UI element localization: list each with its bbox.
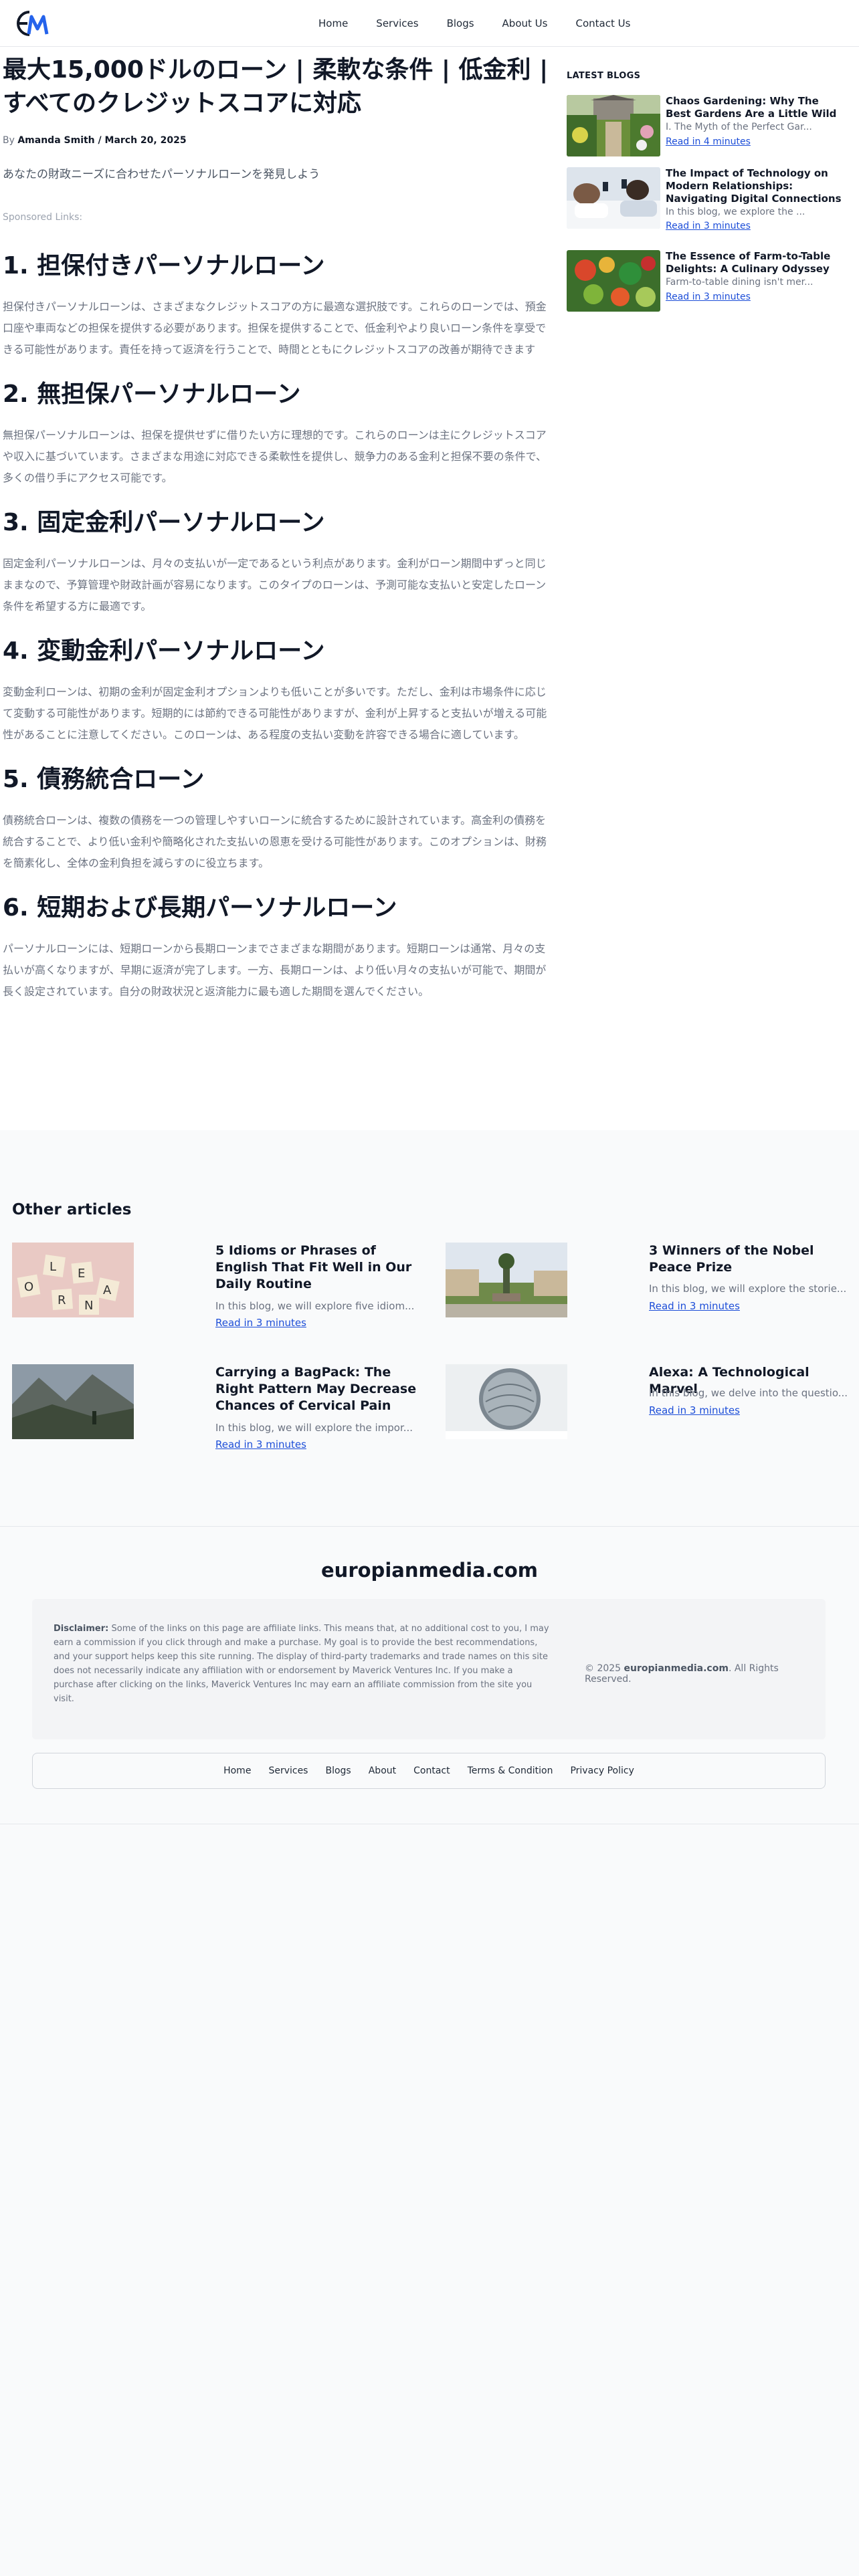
footer-brand: europianmedia.com: [321, 1559, 538, 1582]
sidebar-item-desc: I. The Myth of the Perfect Gar...: [666, 122, 812, 132]
disclaimer-body: Some of the links on this page are affil…: [54, 1624, 549, 1704]
svg-text:N: N: [84, 1299, 93, 1313]
read-time-link[interactable]: Read in 3 minutes: [649, 1404, 740, 1416]
footer-link-home[interactable]: Home: [223, 1765, 251, 1776]
article-author: Amanda Smith / March 20, 2025: [17, 135, 187, 146]
article-intro: あなたの財政ニーズに合わせたパーソナルローンを発見しよう: [3, 168, 320, 181]
disclaimer-text: Disclaimer: Some of the links on this pa…: [54, 1622, 554, 1706]
footer-link-contact[interactable]: Contact: [413, 1765, 450, 1776]
sidebar-item-desc: In this blog, we explore the ...: [666, 207, 805, 217]
article-card[interactable]: 3 Winners of the Nobel Peace Prize In th…: [446, 1243, 859, 1336]
site-footer: europianmedia.com Disclaimer: Some of th…: [0, 1526, 859, 1824]
sidebar-item-title[interactable]: Chaos Gardening: Why The Best Gardens Ar…: [666, 95, 846, 120]
main-nav: Home Services Blogs About Us Contact Us: [318, 0, 630, 47]
nav-about-us[interactable]: About Us: [502, 17, 548, 29]
card-title[interactable]: 3 Winners of the Nobel Peace Prize: [649, 1243, 856, 1276]
sidebar-blog-item[interactable]: The Impact of Technology on Modern Relat…: [567, 167, 848, 231]
article-card[interactable]: Carrying a BagPack: The Right Pattern Ma…: [12, 1364, 440, 1458]
section-heading: 4. 変動金利パーソナルローン: [3, 637, 325, 665]
section-body: 固定金利パーソナルローンは、月々の支払いが一定であるという利点があります。金利が…: [3, 557, 547, 613]
footer-nav: Home Services Blogs About Contact Terms …: [32, 1753, 826, 1789]
byline-prefix: By: [3, 135, 15, 146]
site-logo[interactable]: [13, 9, 54, 38]
sidebar-blog-item[interactable]: The Essence of Farm-to-Table Delights: A…: [567, 250, 848, 312]
section-heading: 6. 短期および長期パーソナルローン: [3, 894, 397, 922]
footer-link-services[interactable]: Services: [268, 1765, 308, 1776]
latest-blogs-sidebar: LATEST BLOGS Chaos Gardening: Why The Be…: [567, 71, 848, 312]
main-content: 最大15,000ドルのローン | 柔軟な条件 | 低金利 | すべてのクレジット…: [0, 47, 859, 1130]
section-body: 変動金利ローンは、初期の金利が固定金利オプションよりも低いことが多いです。ただし…: [3, 685, 547, 741]
section-heading: 2. 無担保パーソナルローン: [3, 381, 301, 408]
svg-text:O: O: [24, 1280, 33, 1294]
section-body: 担保付きパーソナルローンは、さまざまなクレジットスコアの方に最適な選択肢です。こ…: [3, 300, 547, 356]
svg-text:R: R: [58, 1293, 66, 1307]
disclaimer-box: Disclaimer: Some of the links on this pa…: [32, 1599, 826, 1739]
other-articles-section: Other articles O L E A R N 5 Idioms or P…: [0, 1130, 859, 1525]
couple-phones-thumbnail[interactable]: [567, 167, 660, 229]
nav-home[interactable]: Home: [318, 17, 348, 29]
nav-contact-us[interactable]: Contact Us: [575, 17, 630, 29]
read-time-link[interactable]: Read in 3 minutes: [215, 1438, 306, 1451]
svg-text:A: A: [103, 1283, 112, 1297]
card-desc: In this blog, we delve into the questio.…: [649, 1387, 848, 1399]
svg-text:E: E: [78, 1267, 85, 1281]
svg-text:L: L: [50, 1260, 56, 1274]
read-time-link[interactable]: Read in 3 minutes: [666, 221, 751, 231]
section-heading: 1. 担保付きパーソナルローン: [3, 252, 325, 280]
sidebar-item-desc: Farm-to-table dining isn't mer...: [666, 277, 814, 288]
section-heading: 3. 固定金利パーソナルローン: [3, 509, 325, 536]
nobel-monument-thumbnail[interactable]: [446, 1243, 567, 1317]
footer-link-privacy[interactable]: Privacy Policy: [570, 1765, 634, 1776]
card-desc: In this blog, we will explore the storie…: [649, 1283, 847, 1295]
sidebar-item-title[interactable]: The Impact of Technology on Modern Relat…: [666, 167, 846, 205]
footer-link-about[interactable]: About: [369, 1765, 396, 1776]
read-time-link[interactable]: Read in 3 minutes: [649, 1300, 740, 1312]
article-card[interactable]: Alexa: A Technological Marvel In this bl…: [446, 1364, 859, 1458]
sponsored-label: Sponsored Links:: [3, 212, 83, 223]
site-header: Home Services Blogs About Us Contact Us: [0, 0, 859, 47]
footer-link-blogs[interactable]: Blogs: [325, 1765, 351, 1776]
copyright-site: europianmedia.com: [624, 1663, 729, 1674]
copyright-prefix: © 2025: [585, 1663, 622, 1674]
scrabble-tiles-thumbnail[interactable]: O L E A R N: [12, 1243, 134, 1317]
copyright: © 2025 europianmedia.com. All Rights Res…: [585, 1663, 826, 1685]
section-heading: 5. 債務統合ローン: [3, 766, 205, 793]
disclaimer-label: Disclaimer:: [54, 1624, 109, 1634]
nav-services[interactable]: Services: [376, 17, 418, 29]
section-body: パーソナルローンには、短期ローンから長期ローンまでさまざまな期間があります。短期…: [3, 942, 547, 998]
article-title: 最大15,000ドルのローン | 柔軟な条件 | 低金利 | すべてのクレジット…: [3, 56, 549, 117]
mountain-hiker-thumbnail[interactable]: [12, 1364, 134, 1439]
nav-blogs[interactable]: Blogs: [447, 17, 474, 29]
card-desc: In this blog, we will explore five idiom…: [215, 1300, 415, 1312]
sidebar-title: LATEST BLOGS: [567, 71, 641, 81]
read-time-link[interactable]: Read in 3 minutes: [666, 292, 751, 302]
card-desc: In this blog, we will explore the impor.…: [215, 1422, 413, 1434]
sidebar-blog-item[interactable]: Chaos Gardening: Why The Best Gardens Ar…: [567, 95, 848, 156]
read-time-link[interactable]: Read in 4 minutes: [666, 136, 751, 147]
other-articles-title: Other articles: [12, 1201, 132, 1218]
article-card[interactable]: O L E A R N 5 Idioms or Phrases of Engli…: [12, 1243, 440, 1336]
vegetables-thumbnail[interactable]: [567, 250, 660, 312]
smart-speaker-thumbnail[interactable]: [446, 1364, 567, 1439]
read-time-link[interactable]: Read in 3 minutes: [215, 1317, 306, 1329]
card-title[interactable]: Carrying a BagPack: The Right Pattern Ma…: [215, 1364, 423, 1414]
garden-thumbnail[interactable]: [567, 95, 660, 156]
sidebar-item-title[interactable]: The Essence of Farm-to-Table Delights: A…: [666, 250, 846, 276]
section-body: 債務統合ローンは、複数の債務を一つの管理しやすいローンに統合するために設計されて…: [3, 814, 547, 869]
article-byline: By Amanda Smith / March 20, 2025: [3, 135, 555, 146]
section-body: 無担保パーソナルローンは、担保を提供せずに借りたい方に理想的です。これらのローン…: [3, 429, 547, 484]
article: 最大15,000ドルのローン | 柔軟な条件 | 低金利 | すべてのクレジット…: [3, 53, 555, 1002]
footer-link-terms[interactable]: Terms & Condition: [468, 1765, 553, 1776]
card-title[interactable]: 5 Idioms or Phrases of English That Fit …: [215, 1243, 423, 1293]
